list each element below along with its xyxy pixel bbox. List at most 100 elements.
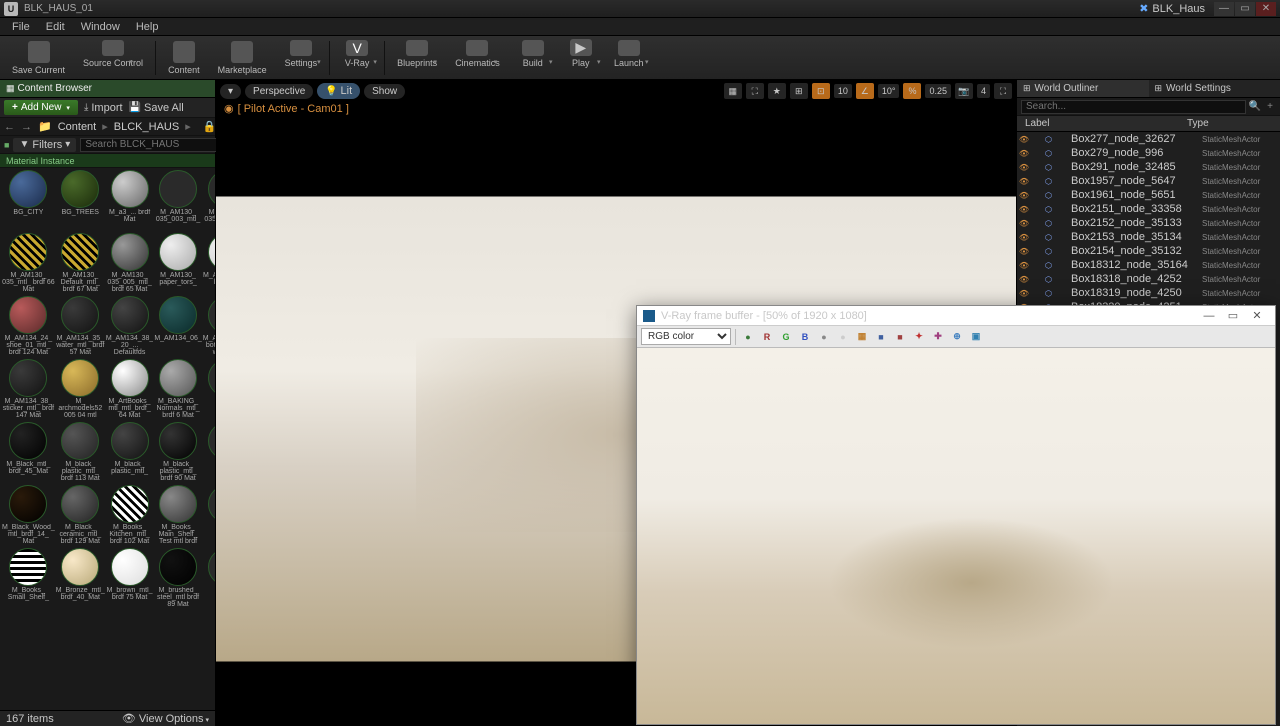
menu-edit[interactable]: Edit [38,21,73,33]
outliner-row[interactable]: 👁⬡Box291_node_32485StaticMeshActor [1017,160,1280,174]
vfb-render-image[interactable] [637,348,1275,724]
outliner-row[interactable]: 👁⬡Box2151_node_33358StaticMeshActor [1017,202,1280,216]
vfb-maximize-button[interactable]: ▭ [1221,309,1245,322]
viewport-options-button[interactable]: ▾ [220,84,241,99]
asset-item[interactable]: M_Books_ Small_Shelf_ [2,548,55,610]
minimize-button[interactable]: — [1214,2,1234,16]
asset-item[interactable]: M_Black_mtl_ brdf_45_Mat [2,422,55,484]
column-label[interactable]: Label [1017,116,1187,131]
snap-rotate-value[interactable]: 10° [878,84,900,98]
vfb-tool-button[interactable]: ▦ [854,329,870,345]
visibility-icon[interactable]: 👁 [1017,177,1031,186]
asset-item[interactable]: M_AM130_ Default_mtl_ brdf 67 Mat [56,233,105,295]
outliner-search-input[interactable] [1021,100,1246,114]
asset-item[interactable]: M_AM130_ paper_tors_ [154,233,201,295]
vfb-tool-button[interactable]: ■ [892,329,908,345]
asset-item[interactable]: M_AM130_ 035_003_mtl_ [154,170,201,232]
outliner-row[interactable]: 👁⬡Box1961_node_5651StaticMeshActor [1017,188,1280,202]
toolbar-launch-button[interactable]: Launch [606,38,652,78]
breadcrumb-folder[interactable]: BLCK_HAUS [114,121,179,133]
level-tab[interactable]: ✖BLK_Haus [1139,2,1205,15]
visibility-icon[interactable]: 👁 [1017,261,1031,270]
outliner-row[interactable]: 👁⬡Box2154_node_35132StaticMeshActor [1017,244,1280,258]
vfb-tool-button[interactable]: ⊕ [949,329,965,345]
asset-item[interactable]: M_Black_ ceramic_mtl_ brdf 129 Mat [56,485,105,547]
realtime-icon[interactable]: ⊞ [790,83,808,99]
menu-help[interactable]: Help [128,21,167,33]
toolbar-market-button[interactable]: Marketplace [210,38,275,78]
folder-icon[interactable]: 📁 [38,120,52,133]
toolbar-play-button[interactable]: ▶Play [558,38,604,78]
show-button[interactable]: Show [364,84,405,99]
outliner-row[interactable]: 👁⬡Box277_node_32627StaticMeshActor [1017,132,1280,146]
vfb-minimize-button[interactable]: — [1197,310,1221,322]
lit-mode-button[interactable]: 💡 Lit [317,83,360,99]
asset-item[interactable]: M_Books_ Main_Shelf_ Test mtl brdf [154,485,201,547]
vfb-channel-select[interactable]: RGB color [641,328,731,345]
maximize-viewport-icon[interactable]: ⛶ [994,83,1012,99]
asset-item[interactable]: M_Bronze_mtl_ brdf_40_Mat [56,548,105,610]
asset-item[interactable]: M_black_ plastic_mtl_ brdf 90 Mat [154,422,201,484]
toolbar-save-button[interactable]: Save Current [4,38,73,78]
toolbar-src-button[interactable]: Source Control [75,38,151,78]
maximize-button[interactable]: ▭ [1235,2,1255,16]
pilot-active-label[interactable]: [ Pilot Active - Cam01 ] [224,102,349,115]
bookmark-icon[interactable]: ★ [768,83,786,99]
perspective-button[interactable]: Perspective [245,84,313,99]
visibility-icon[interactable]: 👁 [1017,289,1031,298]
search-icon[interactable]: 🔍 [1249,101,1261,112]
asset-item[interactable]: M_a3_... brdf Mat [106,170,153,232]
nav-fwd-icon[interactable]: → [21,121,32,133]
filters-button[interactable]: ▼ Filters ▾ [13,138,76,152]
import-button[interactable]: ⤓ Import [84,102,123,114]
vray-frame-buffer-window[interactable]: V-Ray frame buffer - [50% of 1920 x 1080… [636,305,1276,725]
asset-item[interactable]: M_AM134_35_ water_mtl_ brdf 57 Mat [56,296,105,358]
column-type[interactable]: Type [1187,116,1280,131]
close-button[interactable]: ✕ [1256,2,1276,16]
snap-rotate-icon[interactable]: ∠ [856,83,874,99]
toolbar-settings-button[interactable]: Settings [277,38,326,78]
game-view-icon[interactable]: ▦ [724,83,742,99]
visibility-icon[interactable]: 👁 [1017,135,1031,144]
asset-item[interactable] [203,548,215,610]
asset-item[interactable]: M_Books_ Kitchen_mtl_ brdf 102 Mat [106,485,153,547]
tab-world-outliner[interactable]: World Outliner [1017,80,1149,97]
asset-item[interactable] [203,359,215,421]
view-options-button[interactable]: 👁 View Options [122,712,209,725]
tab-world-settings[interactable]: World Settings [1149,80,1280,97]
snap-scale-value[interactable]: 0.25 [925,84,951,98]
snap-scale-icon[interactable]: % [903,83,921,99]
outliner-row[interactable]: 👁⬡Box2153_node_35134StaticMeshActor [1017,230,1280,244]
asset-item[interactable]: M_Black_Wood_ mtl_brdf_14_ Mat [2,485,55,547]
vfb-tool-button[interactable]: B [797,329,813,345]
camera-speed-value[interactable]: 4 [977,84,990,98]
breadcrumb-content[interactable]: Content [58,121,97,133]
visibility-icon[interactable]: 👁 [1017,191,1031,200]
outliner-row[interactable]: 👁⬡Box1957_node_5647StaticMeshActor [1017,174,1280,188]
vfb-tool-button[interactable]: ▣ [968,329,984,345]
asset-item[interactable]: M_AM130_ 035_mtl_ brdf 66 Mat [2,233,55,295]
toolbar-bp-button[interactable]: Blueprints [389,38,445,78]
vfb-tool-button[interactable]: G [778,329,794,345]
outliner-row[interactable]: 👁⬡Box18319_node_4250StaticMeshActor [1017,286,1280,300]
asset-item[interactable]: M_black_ plastic_mtl_ [106,422,153,484]
menu-window[interactable]: Window [73,21,128,33]
asset-item[interactable]: M_AM134_38_ bottle_glass_ white mtl [203,296,215,358]
visibility-icon[interactable]: 👁 [1017,163,1031,172]
asset-item[interactable]: M_AM134_38_ sticker_mtl_ brdf 147 Mat [2,359,55,421]
vfb-tool-button[interactable]: ✦ [911,329,927,345]
add-actor-icon[interactable]: + [1267,101,1273,112]
asset-item[interactable]: M_BAKING_ Normals_mtl_ brdf 6 Mat [154,359,201,421]
outliner-row[interactable]: 👁⬡Box18312_node_35164StaticMeshActor [1017,258,1280,272]
filter-tag-material-instance[interactable]: Material Instance [0,154,215,168]
visibility-icon[interactable]: 👁 [1017,219,1031,228]
vfb-title-bar[interactable]: V-Ray frame buffer - [50% of 1920 x 1080… [637,306,1275,326]
asset-item[interactable]: M_AM130_ 035_005_mtl_ brdf 65 Mat [106,233,153,295]
asset-item[interactable] [203,485,215,547]
vfb-tool-button[interactable]: ● [816,329,832,345]
vfb-close-button[interactable]: ✕ [1245,309,1269,322]
vfb-tool-button[interactable]: R [759,329,775,345]
add-new-button[interactable]: Add New [4,100,78,115]
visibility-icon[interactable]: 👁 [1017,247,1031,256]
save-all-button[interactable]: 💾 Save All [129,102,184,114]
